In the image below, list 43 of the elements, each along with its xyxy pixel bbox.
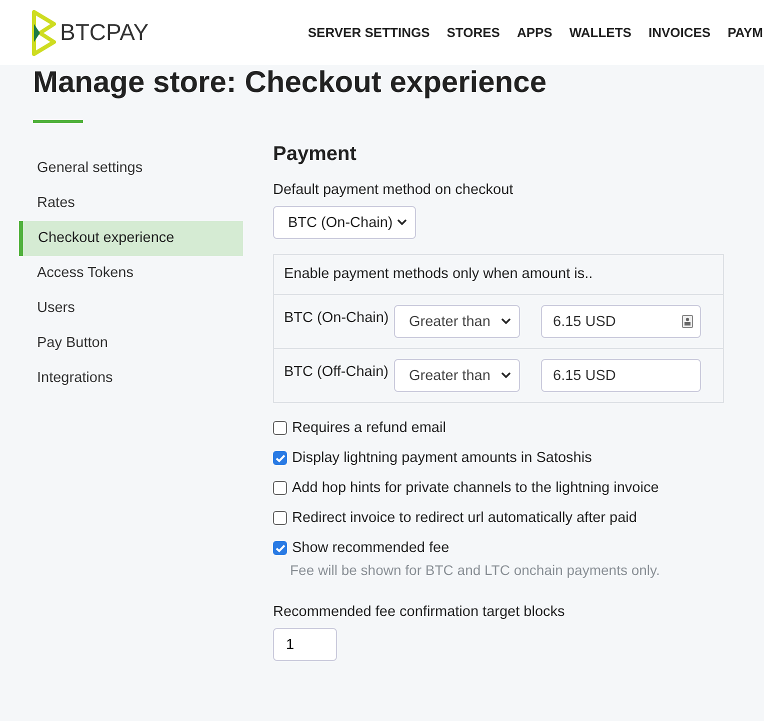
checkbox-label[interactable]: Add hop hints for private channels to the lightning invoice bbox=[292, 480, 659, 496]
amount-field[interactable]: 6.15 USD bbox=[541, 359, 701, 392]
table-heading: Enable payment methods only when amount is.. bbox=[274, 255, 723, 295]
payment-method-select[interactable]: BTC (On-Chain) bbox=[273, 206, 416, 239]
caret-icon bbox=[501, 372, 511, 379]
nav-link[interactable]: INVOICES bbox=[648, 25, 711, 40]
sidebar-item[interactable]: Rates bbox=[19, 186, 243, 221]
checkbox[interactable] bbox=[273, 481, 287, 495]
title-underline bbox=[33, 120, 83, 123]
logo-icon bbox=[32, 10, 56, 56]
operator-select[interactable]: Greater than bbox=[394, 359, 520, 392]
field-label: Default payment method on checkout bbox=[273, 182, 514, 198]
field-label: Recommended fee confirmation target blocks bbox=[273, 604, 566, 620]
nav-link[interactable]: STORES bbox=[446, 25, 500, 40]
caret-icon bbox=[501, 318, 511, 325]
nav-link[interactable]: PAYM bbox=[728, 25, 763, 40]
table-cell-text: BTC (Off-Chain) bbox=[284, 363, 390, 382]
nav-link[interactable]: SERVER SETTINGS bbox=[308, 25, 430, 40]
target-blocks-field[interactable]: 1 bbox=[273, 628, 337, 661]
checkbox-label[interactable]: Display lightning payment amounts in Satoshis bbox=[292, 450, 592, 466]
caret-icon bbox=[397, 219, 407, 226]
checkbox[interactable] bbox=[273, 451, 287, 465]
checkbox-label[interactable]: Requires a refund email bbox=[292, 420, 446, 436]
nav-link[interactable]: WALLETS bbox=[569, 25, 632, 40]
checkbox[interactable] bbox=[273, 541, 287, 555]
hint-text: Fee will be shown for BTC and LTC onchain payments only. bbox=[290, 562, 661, 578]
checkbox[interactable] bbox=[273, 421, 287, 435]
sidebar-item[interactable]: Users bbox=[19, 291, 243, 326]
logo-text: BTCPAY bbox=[60, 19, 149, 46]
section-heading: Payment bbox=[273, 143, 358, 166]
sidebar-item[interactable]: Integrations bbox=[19, 361, 243, 396]
page-title: Manage store: Checkout experience bbox=[32, 65, 548, 100]
sidebar-item[interactable]: Access Tokens bbox=[19, 256, 243, 291]
sidebar-item[interactable]: General settings bbox=[19, 151, 243, 186]
sidebar-item[interactable]: Pay Button bbox=[19, 326, 243, 361]
sidebar-item[interactable]: Checkout experience bbox=[19, 221, 243, 256]
checkbox-label[interactable]: Show recommended fee bbox=[292, 540, 450, 556]
amount-field[interactable]: 6.15 USD bbox=[541, 305, 701, 338]
operator-select[interactable]: Greater than bbox=[394, 305, 520, 338]
checkbox[interactable] bbox=[273, 511, 287, 525]
checkbox-label[interactable]: Redirect invoice to redirect url automatically after paid bbox=[292, 510, 637, 526]
table-cell-text: BTC (On-Chain) bbox=[284, 309, 390, 328]
nav-link[interactable]: APPS bbox=[516, 25, 552, 40]
